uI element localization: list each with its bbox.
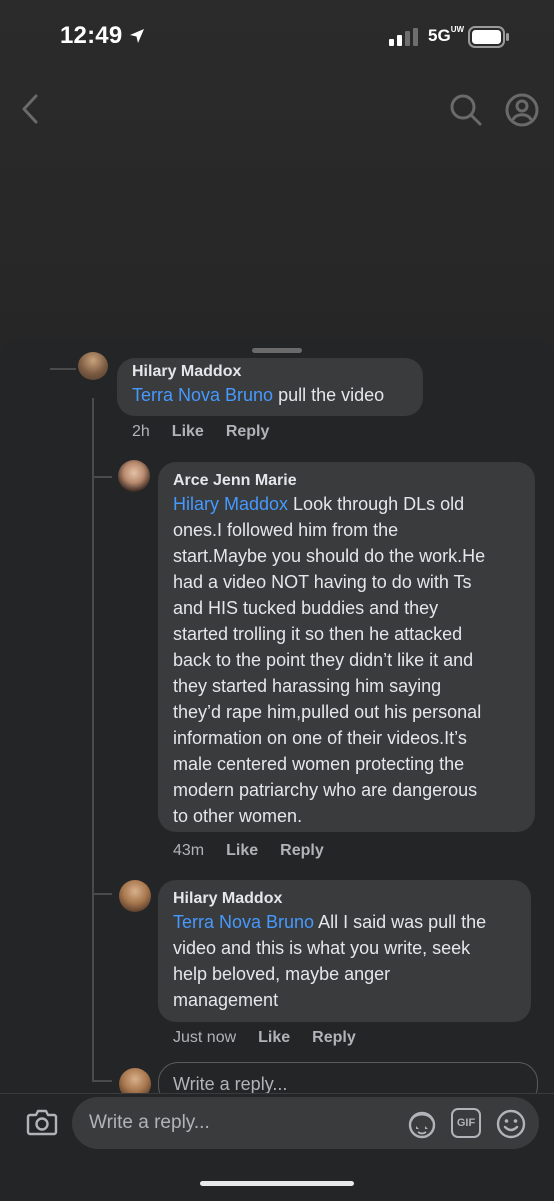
inline-reply-placeholder: Write a reply... [173, 1074, 288, 1094]
comment-line: Hilary Maddox Look through DLs old [173, 491, 519, 517]
comment-meta: Just now Like Reply [173, 1029, 378, 1047]
comment-bubble[interactable]: Arce Jenn Marie Hilary Maddox Look throu… [158, 462, 535, 832]
thread-branch-1 [92, 476, 112, 478]
mention-link[interactable]: Hilary Maddox [173, 494, 288, 514]
comment-meta: 2h Like Reply [132, 423, 291, 441]
comment-bubble[interactable]: Hilary Maddox Terra Nova Bruno All I sai… [158, 880, 531, 1022]
comment-line: and HIS tucked buddies and they [173, 598, 439, 618]
battery-icon [468, 26, 509, 48]
like-button[interactable]: Like [172, 423, 204, 441]
gif-label: GIF [456, 1117, 476, 1129]
comment-line: video and this is what you write, seek [173, 938, 471, 958]
like-button[interactable]: Like [258, 1029, 290, 1047]
comment-text: Terra Nova Bruno All I said was pull the… [173, 909, 515, 1013]
network-type: 5GUW [428, 25, 465, 46]
back-icon[interactable] [18, 92, 42, 126]
comment-line: start.Maybe you should do the work.He [173, 546, 486, 566]
mention-link[interactable]: Terra Nova Bruno [132, 385, 273, 405]
avatar[interactable] [119, 880, 151, 912]
comment-time: Just now [173, 1029, 237, 1046]
comment-body: All I said was pull the [314, 912, 487, 932]
comment-line: male centered women protecting the [173, 754, 465, 774]
search-icon[interactable] [449, 93, 483, 127]
reply-button[interactable]: Reply [312, 1029, 356, 1047]
thread-branch-2 [92, 893, 112, 895]
like-button[interactable]: Like [226, 842, 258, 860]
comment-time: 2h [132, 423, 150, 440]
camera-icon[interactable] [26, 1107, 58, 1137]
reply-input-placeholder: Write a reply... [89, 1112, 210, 1133]
thread-line-outer [50, 368, 76, 370]
comment-line: back to the point they didn’t like it an… [173, 650, 474, 670]
comment-author[interactable]: Hilary Maddox [132, 362, 407, 382]
comment-line: started trolling it so then he attacked [173, 624, 463, 644]
comment-line: Terra Nova Bruno All I said was pull the [173, 909, 515, 935]
mention-link[interactable]: Terra Nova Bruno [173, 912, 314, 932]
comment-body: pull the video [273, 385, 385, 405]
comment-author[interactable]: Hilary Maddox [173, 889, 515, 909]
thread-branch-3 [92, 1080, 112, 1082]
reply-button[interactable]: Reply [280, 842, 324, 860]
avatar[interactable] [118, 460, 150, 492]
comment-author[interactable]: Arce Jenn Marie [173, 471, 519, 491]
comment-body: Look through DLs old [288, 494, 465, 514]
comment-line: modern patriarchy who are dangerous [173, 780, 478, 800]
comment-line: management [173, 990, 279, 1010]
network-label: 5G [428, 26, 451, 45]
comment-text: Hilary Maddox Look through DLs old ones.… [173, 491, 519, 829]
status-bar: 12:49 5GUW [0, 0, 554, 78]
thread-line-vertical [92, 398, 94, 1080]
reply-button[interactable]: Reply [226, 423, 270, 441]
comment-line: ones.I followed him from the [173, 520, 399, 540]
comment-line: had a video NOT having to do with Ts [173, 572, 472, 592]
emoji-icon[interactable] [495, 1108, 527, 1140]
signal-icon [389, 28, 418, 46]
comment-line: they started harassing him saying [173, 676, 442, 696]
sticker-icon[interactable] [406, 1108, 438, 1140]
comment-bubble[interactable]: Hilary Maddox Terra Nova Bruno pull the … [117, 358, 423, 416]
profile-icon[interactable] [505, 93, 539, 127]
comment-line: information on one of their videos.It’s [173, 728, 467, 748]
comment-meta: 43m Like Reply [173, 842, 346, 860]
comment-time: 43m [173, 842, 205, 859]
network-sup: UW [450, 25, 465, 35]
home-indicator [200, 1181, 354, 1186]
location-arrow-icon [130, 29, 144, 43]
avatar[interactable] [78, 352, 108, 380]
comment-line: they’d rape him,pulled out his personal [173, 702, 482, 722]
comment-text: Terra Nova Bruno pull the video [132, 382, 407, 408]
sheet-grabber[interactable] [252, 348, 302, 353]
comment-line: to other women. [173, 806, 303, 826]
gif-icon[interactable]: GIF [451, 1108, 481, 1138]
comment-line: help beloved, maybe anger [173, 964, 391, 984]
status-time: 12:49 [60, 22, 123, 49]
